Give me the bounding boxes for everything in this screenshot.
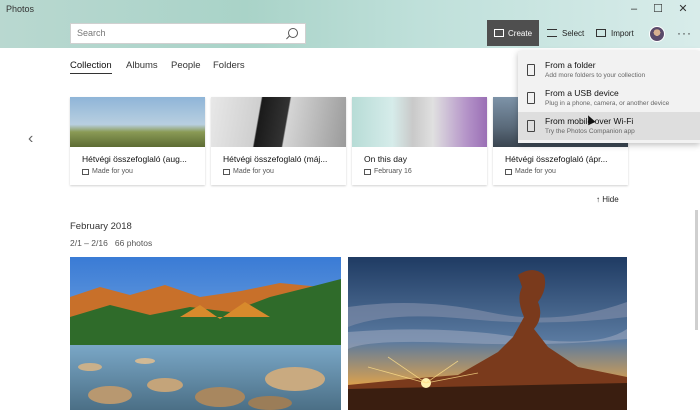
maximize-button[interactable]: ☐: [648, 2, 668, 16]
card-title: On this day: [364, 154, 407, 164]
photo-tile-rock-arch[interactable]: [348, 257, 627, 410]
scrollbar[interactable]: [695, 210, 698, 330]
card-subtitle: Made for you: [92, 168, 133, 175]
image-icon: [223, 168, 230, 175]
card-subtitle: Made for you: [233, 168, 274, 175]
hide-button[interactable]: ↑ Hide: [596, 195, 619, 204]
memory-card[interactable]: Hétvégi összefoglaló (máj... Made for yo…: [211, 97, 346, 185]
photo-rock-image: [348, 257, 627, 410]
phone-icon: [527, 120, 535, 132]
menu-item-from-mobile-wifi[interactable]: From mobile over Wi-Fi Try the Photos Co…: [518, 112, 700, 140]
create-icon: [494, 29, 504, 37]
card-title: Hétvégi összefoglaló (ápr...: [505, 154, 608, 164]
close-button[interactable]: ✕: [673, 2, 693, 16]
memory-card[interactable]: Hétvégi összefoglaló (aug... Made for yo…: [70, 97, 205, 185]
menu-item-subtitle: Plug in a phone, camera, or another devi…: [545, 100, 670, 107]
import-icon: [596, 29, 606, 37]
import-label: Import: [611, 28, 634, 38]
card-subtitle-row: Made for you: [223, 168, 274, 175]
card-subtitle: February 16: [374, 168, 412, 175]
select-icon: [547, 29, 557, 37]
calendar-icon: [364, 168, 371, 175]
avatar[interactable]: [649, 26, 665, 42]
minimize-button[interactable]: –: [624, 2, 644, 16]
menu-item-title: From a USB device: [545, 88, 619, 98]
select-button[interactable]: Select: [547, 20, 584, 46]
tab-collection[interactable]: Collection: [70, 60, 112, 74]
search-icon[interactable]: [288, 28, 298, 38]
hide-label: Hide: [602, 195, 619, 204]
menu-item-subtitle: Add more folders to your collection: [545, 72, 646, 79]
menu-item-title: From a folder: [545, 60, 596, 70]
more-options-button[interactable]: ···: [677, 26, 692, 40]
card-thumbnail: [70, 97, 205, 147]
create-dropdown-menu: From a folder Add more folders to your c…: [518, 51, 700, 143]
folder-icon: [527, 64, 535, 76]
photo-tile-river[interactable]: [70, 257, 341, 410]
memory-card[interactable]: On this day February 16: [352, 97, 487, 185]
image-icon: [82, 168, 89, 175]
section-photo-count: 66 photos: [114, 238, 153, 248]
tab-albums[interactable]: Albums: [126, 60, 158, 71]
tab-people[interactable]: People: [171, 60, 201, 71]
section-date-range: 2/1 – 2/16: [70, 238, 108, 248]
select-label: Select: [562, 28, 585, 38]
card-subtitle-row: Made for you: [505, 168, 556, 175]
menu-item-subtitle: Try the Photos Companion app: [545, 128, 635, 135]
card-title: Hétvégi összefoglaló (aug...: [82, 154, 187, 164]
search-input[interactable]: Search: [70, 23, 306, 44]
card-thumbnail: [352, 97, 487, 147]
card-thumbnail: [211, 97, 346, 147]
tab-folders[interactable]: Folders: [213, 60, 245, 71]
create-label: Create: [508, 28, 533, 38]
search-placeholder: Search: [77, 28, 106, 38]
usb-icon: [527, 92, 535, 104]
card-subtitle-row: Made for you: [82, 168, 133, 175]
card-title: Hétvégi összefoglaló (máj...: [223, 154, 328, 164]
app-title: Photos: [6, 4, 35, 14]
title-bar-header: Photos – ☐ ✕ Search Create Select Import…: [0, 0, 700, 48]
card-subtitle: Made for you: [515, 168, 556, 175]
create-button[interactable]: Create: [487, 20, 539, 46]
section-meta: 2/1 – 2/16 66 photos: [70, 238, 152, 248]
import-button[interactable]: Import: [596, 20, 634, 46]
menu-item-from-usb[interactable]: From a USB device Plug in a phone, camer…: [518, 84, 700, 112]
section-month: February 2018: [70, 221, 132, 232]
menu-item-from-folder[interactable]: From a folder Add more folders to your c…: [518, 56, 700, 84]
carousel-prev-button[interactable]: ‹: [28, 130, 33, 148]
photo-river-image: [70, 257, 341, 410]
card-subtitle-row: February 16: [364, 168, 412, 175]
image-icon: [505, 168, 512, 175]
